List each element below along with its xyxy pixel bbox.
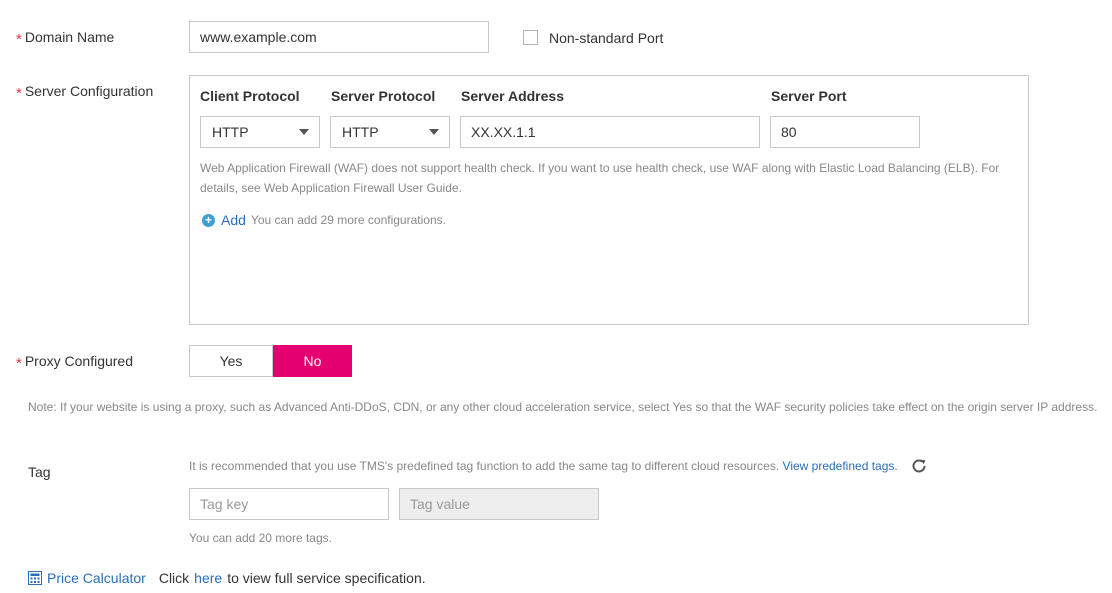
server-address-input[interactable]: XX.XX.1.1 [460, 116, 760, 148]
proxy-yes-button[interactable]: Yes [189, 345, 273, 377]
required-asterisk: * [16, 355, 22, 372]
tag-key-input[interactable]: Tag key [189, 488, 389, 520]
server-configuration-panel [189, 75, 1029, 325]
required-asterisk: * [16, 31, 22, 48]
domain-name-input[interactable]: www.example.com [189, 21, 489, 53]
domain-name-label: * Domain Name [16, 29, 115, 48]
add-configuration-link[interactable]: Add [221, 212, 246, 228]
nonstandard-port-checkbox[interactable] [523, 30, 538, 45]
footer-click-text: Click [158, 570, 190, 586]
nonstandard-port-label: Non-standard Port [549, 30, 664, 46]
view-predefined-tags-link[interactable]: View predefined tags. [783, 459, 898, 473]
footer-row: Price Calculator Click here to view full… [28, 570, 426, 586]
server-configuration-label: * Server Configuration [16, 83, 154, 102]
server-port-header: Server Port [771, 88, 847, 104]
add-circle-icon[interactable]: + [202, 213, 215, 227]
footer-rest-text: to view full service specification. [227, 570, 426, 586]
chevron-down-icon [429, 129, 439, 135]
refresh-icon[interactable] [910, 457, 928, 478]
server-protocol-select[interactable]: HTTP [330, 116, 450, 148]
chevron-down-icon [299, 129, 309, 135]
proxy-configured-label: * Proxy Configured [16, 353, 134, 372]
tag-hint: It is recommended that you use TMS's pre… [189, 459, 898, 473]
client-protocol-header: Client Protocol [200, 88, 300, 104]
add-configuration-hint: You can add 29 more configurations. [250, 213, 446, 227]
client-protocol-select[interactable]: HTTP [200, 116, 320, 148]
health-check-hint: Web Application Firewall (WAF) does not … [200, 161, 1000, 195]
proxy-no-button[interactable]: No [273, 345, 352, 377]
tag-value-input: Tag value [399, 488, 599, 520]
calculator-icon[interactable] [28, 571, 42, 585]
here-link[interactable]: here [194, 570, 222, 586]
server-port-input[interactable]: 80 [770, 116, 920, 148]
proxy-note: Note: If your website is using a proxy, … [28, 400, 1098, 414]
price-calculator-link[interactable]: Price Calculator [47, 570, 146, 586]
server-address-header: Server Address [461, 88, 564, 104]
required-asterisk: * [16, 85, 22, 102]
tag-label: Tag [28, 464, 51, 480]
tag-remaining-hint: You can add 20 more tags. [189, 531, 332, 545]
server-protocol-header: Server Protocol [331, 88, 436, 104]
add-configuration-row: + Add You can add 29 more configurations… [202, 210, 446, 230]
